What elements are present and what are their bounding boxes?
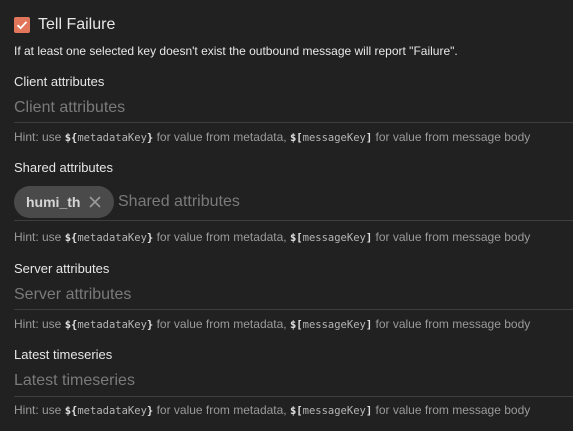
latest-timeseries-hint: Hint: use ${metadataKey} for value from … — [14, 403, 531, 417]
latest-timeseries-input[interactable]: Latest timeseries — [14, 367, 573, 397]
tell-failure-row[interactable]: Tell Failure — [14, 14, 115, 36]
client-attributes-placeholder: Client attributes — [14, 99, 126, 116]
server-attributes-placeholder: Server attributes — [14, 286, 132, 303]
client-attributes-input[interactable]: Client attributes — [14, 94, 573, 123]
shared-attributes-section: Shared attributes humi_th Shared attribu… — [14, 160, 573, 250]
client-attributes-label: Client attributes — [14, 74, 105, 89]
tell-failure-checkbox[interactable] — [14, 17, 30, 33]
latest-timeseries-label: Latest timeseries — [14, 347, 113, 362]
client-attributes-hint: Hint: use ${metadataKey} for value from … — [14, 130, 531, 144]
server-attributes-input[interactable]: Server attributes — [14, 281, 573, 310]
server-attributes-label: Server attributes — [14, 261, 110, 276]
chip-humi-th[interactable]: humi_th — [14, 186, 115, 218]
server-attributes-section: Server attributes Server attributes Hint… — [14, 261, 573, 333]
close-icon[interactable] — [88, 195, 102, 209]
latest-timeseries-placeholder: Latest timeseries — [14, 372, 135, 389]
chip-label: humi_th — [26, 194, 81, 210]
shared-attributes-input[interactable]: humi_th Shared attributes — [14, 184, 573, 221]
tell-failure-description: If at least one selected key doesn't exi… — [14, 44, 458, 58]
latest-timeseries-section: Latest timeseries Latest timeseries Hint… — [14, 347, 573, 419]
shared-attributes-label: Shared attributes — [14, 160, 114, 175]
tell-failure-config-panel: Tell Failure If at least one selected ke… — [0, 0, 573, 431]
shared-attributes-placeholder: Shared attributes — [118, 193, 240, 210]
shared-attributes-hint: Hint: use ${metadataKey} for value from … — [14, 230, 531, 244]
server-attributes-hint: Hint: use ${metadataKey} for value from … — [14, 317, 531, 331]
client-attributes-section: Client attributes Client attributes Hint… — [14, 74, 573, 146]
tell-failure-label: Tell Failure — [38, 16, 116, 33]
checkmark-icon — [16, 21, 28, 30]
